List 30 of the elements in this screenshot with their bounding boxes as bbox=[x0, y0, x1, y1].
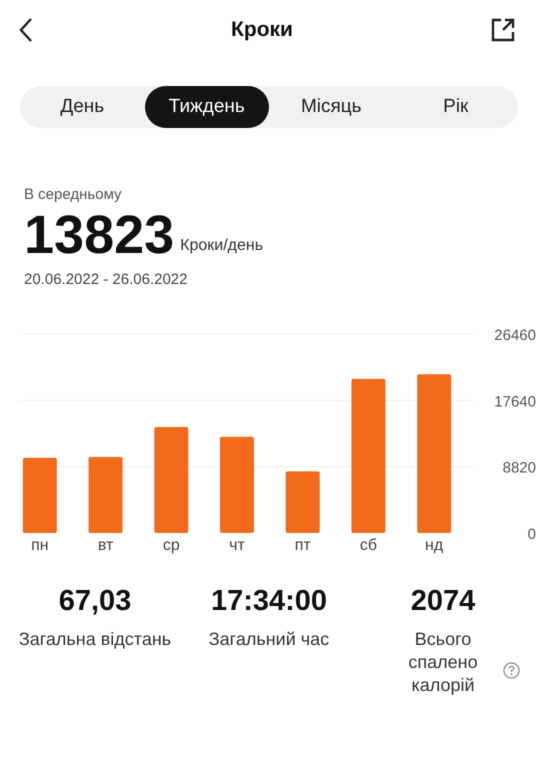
axis-label: 8820 bbox=[502, 460, 536, 477]
stat-label: Загальний час bbox=[208, 628, 330, 651]
axis-label: 26460 bbox=[494, 327, 536, 344]
period-tab[interactable]: День bbox=[20, 86, 144, 128]
average-caption: В середньому bbox=[24, 186, 123, 203]
day-label: пт bbox=[294, 537, 311, 554]
stat-value: 2074 bbox=[410, 585, 476, 618]
day-label: сб bbox=[360, 537, 378, 554]
day-label: нд bbox=[425, 537, 444, 554]
steps-unit: Кроки/день bbox=[180, 237, 264, 256]
period-tab[interactable]: Тиждень bbox=[144, 86, 269, 128]
day-label: вт bbox=[98, 537, 114, 554]
share-icon[interactable] bbox=[490, 17, 516, 43]
axis-label: 0 bbox=[528, 526, 536, 543]
axis-label: 17640 bbox=[494, 393, 536, 410]
help-icon[interactable] bbox=[503, 662, 520, 679]
bar bbox=[286, 471, 320, 533]
stat-value: 17:34:00 bbox=[210, 585, 328, 618]
date-range: 20.06.2022 - 26.06.2022 bbox=[24, 271, 188, 288]
stat-label: Загальна відстань bbox=[18, 628, 172, 651]
day-label: ср bbox=[162, 537, 180, 554]
average-steps: 13823 bbox=[24, 207, 174, 263]
period-tab[interactable]: Рік bbox=[394, 86, 518, 128]
back-icon[interactable] bbox=[18, 17, 34, 43]
page-title: Кроки bbox=[231, 18, 293, 42]
period-tab[interactable]: Місяць bbox=[269, 86, 394, 128]
stat-label: Всього спалено калорій bbox=[407, 628, 479, 697]
day-label: пн bbox=[31, 537, 49, 554]
day-label: чт bbox=[229, 537, 245, 554]
stat-value: 67,03 bbox=[58, 585, 132, 618]
